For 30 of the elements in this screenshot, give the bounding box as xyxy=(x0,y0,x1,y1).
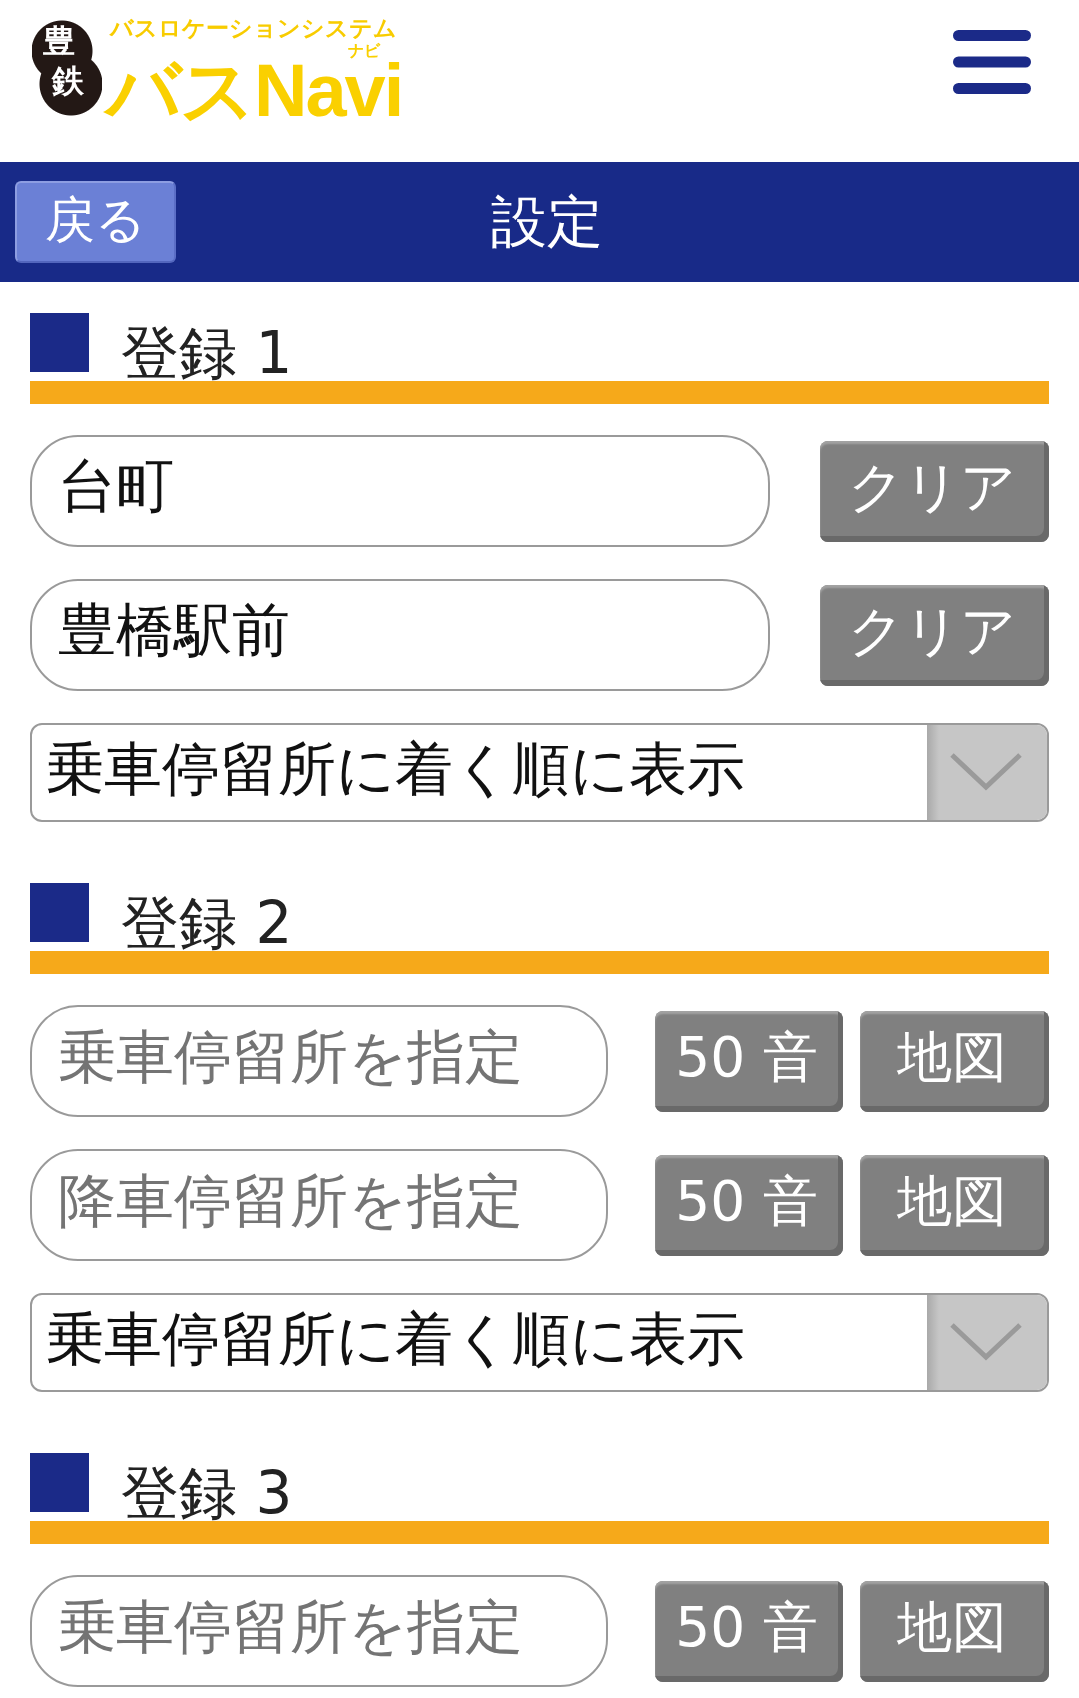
stop-field[interactable]: 台町 xyxy=(30,435,770,547)
section-title: 登録 1 xyxy=(121,323,293,383)
map-button[interactable]: 地図 xyxy=(860,1154,1049,1256)
square-bullet-icon xyxy=(30,883,89,942)
menu-icon[interactable] xyxy=(953,30,1031,94)
logo-ruby: ナビ xyxy=(348,42,381,59)
chevron-down-icon[interactable] xyxy=(927,725,1047,820)
stop-field[interactable]: 乗車停留所を指定 xyxy=(30,1005,608,1117)
square-bullet-icon xyxy=(30,313,89,372)
logo-badge-character: 豊 xyxy=(43,22,75,60)
logo-badge-character: 鉄 xyxy=(52,62,84,100)
map-button[interactable]: 地図 xyxy=(860,1010,1049,1112)
sort-dropdown[interactable]: 乗車停留所に着く順に表示 xyxy=(30,723,1049,822)
page-title: 設定 xyxy=(491,194,603,250)
section-title: 登録 2 xyxy=(121,893,293,953)
square-bullet-icon xyxy=(30,1453,89,1512)
sort-dropdown[interactable]: 乗車停留所に着く順に表示 xyxy=(30,1293,1049,1392)
stop-field[interactable]: 乗車停留所を指定 xyxy=(30,1575,608,1687)
syllabary-button[interactable]: 50 音 xyxy=(655,1154,843,1256)
stop-field[interactable]: 降車停留所を指定 xyxy=(30,1149,608,1261)
chevron-down-icon[interactable] xyxy=(927,1295,1047,1390)
back-button[interactable]: 戻る xyxy=(15,181,176,263)
section-title: 登録 3 xyxy=(121,1463,293,1523)
map-button[interactable]: 地図 xyxy=(860,1580,1049,1682)
logo-tagline: バスロケーションシステム xyxy=(108,16,398,41)
syllabary-button[interactable]: 50 音 xyxy=(655,1010,843,1112)
clear-button[interactable]: クリア xyxy=(820,440,1049,542)
clear-button[interactable]: クリア xyxy=(820,584,1049,686)
syllabary-button[interactable]: 50 音 xyxy=(655,1580,843,1682)
stop-field[interactable]: 豊橋駅前 xyxy=(30,579,770,691)
